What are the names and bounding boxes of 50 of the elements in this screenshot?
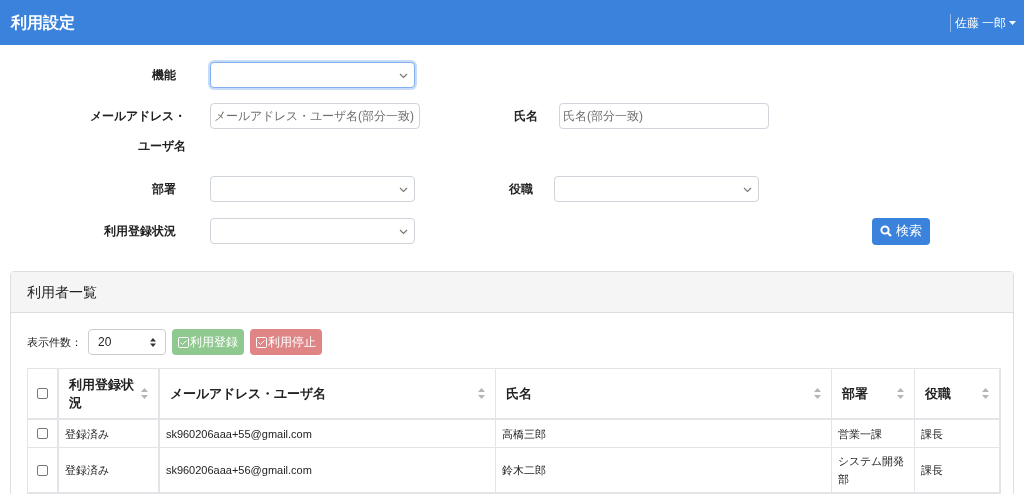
sort-icon[interactable] — [477, 388, 485, 399]
sort-icon[interactable] — [814, 388, 822, 399]
table-cell: 営業一課 — [832, 420, 916, 447]
search-icon — [880, 225, 892, 237]
table-cell: 課長 — [915, 420, 1000, 447]
sort-icon[interactable] — [140, 388, 148, 399]
select-field[interactable] — [210, 62, 415, 88]
chevron-down-icon — [743, 187, 752, 193]
sort-icon — [150, 337, 156, 347]
chevron-down-icon — [399, 73, 408, 79]
table-cell: システム開発部 — [832, 448, 916, 492]
search-button[interactable]: 検索 — [872, 217, 930, 245]
panel-title: 利用者一覧 — [27, 282, 97, 302]
checkbox[interactable] — [37, 428, 48, 439]
column-header[interactable]: 役職 — [915, 369, 1000, 418]
field-label: 役職 — [509, 181, 534, 198]
column-header[interactable]: 利用登録状況 — [58, 369, 160, 418]
page-title: 利用設定 — [11, 12, 75, 33]
select-field[interactable] — [210, 176, 415, 202]
table-cell: 登録済み — [58, 448, 160, 492]
checkbox-icon — [256, 336, 267, 348]
sort-icon[interactable] — [897, 388, 905, 399]
field-label: 利用登録状況 — [103, 223, 176, 240]
page-size-label: 表示件数： — [27, 334, 82, 350]
user-menu[interactable]: 佐藤 一郎 — [949, 13, 1016, 32]
checkbox[interactable] — [37, 464, 48, 476]
table-cell: sk960206aaa+55@gmail.com — [159, 420, 496, 447]
chevron-down-icon — [399, 187, 408, 193]
field-label: メールアドレス・ユーザ名 — [89, 108, 186, 155]
column-header[interactable]: メールアドレス・ユーザ名 — [159, 369, 496, 418]
select-field[interactable] — [554, 176, 759, 202]
text-field[interactable]: メールアドレス・ユーザ名(部分一致) — [210, 103, 420, 129]
column-header[interactable]: 氏名 — [495, 369, 833, 418]
page-size-select[interactable]: 20 — [88, 329, 166, 355]
chevron-down-icon — [399, 229, 408, 235]
field-label: 機能 — [151, 67, 176, 84]
field-label: 氏名 — [514, 108, 539, 125]
sort-icon[interactable] — [982, 388, 989, 399]
table-cell: 課長 — [915, 448, 1000, 492]
table-cell: 登録済み — [58, 420, 160, 447]
select-field[interactable] — [210, 218, 415, 244]
column-header[interactable]: 部署 — [832, 369, 916, 418]
checkbox[interactable] — [37, 388, 48, 399]
checkbox-icon — [178, 336, 189, 348]
field-label: 部署 — [151, 181, 176, 198]
table-cell: 高橋三郎 — [495, 420, 833, 447]
table-cell: sk960206aaa+56@gmail.com — [159, 448, 496, 492]
table-cell: 鈴木二郎 — [495, 448, 833, 492]
text-field[interactable]: 氏名(部分一致) — [559, 103, 769, 129]
caret-icon — [1009, 20, 1016, 25]
